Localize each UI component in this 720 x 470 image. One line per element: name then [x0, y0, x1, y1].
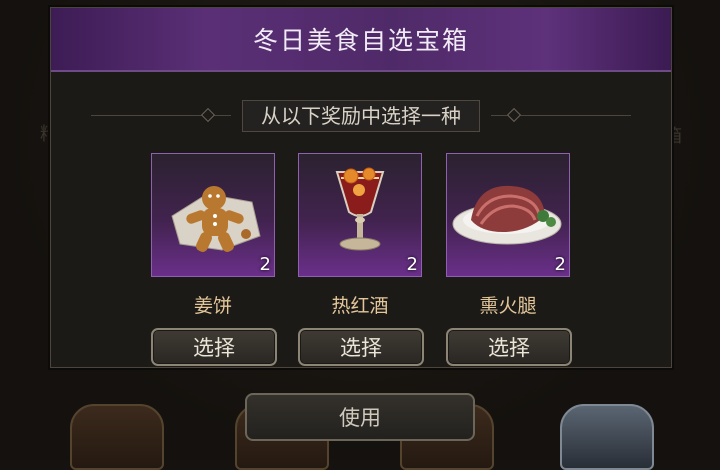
- dialog-title: 冬日美食自选宝箱: [252, 26, 469, 55]
- diamond-ornament-icon: [506, 107, 522, 123]
- reward-slot[interactable]: 2: [151, 153, 275, 277]
- subtitle-banner: 从以下奖励中选择一种: [51, 100, 671, 132]
- select-button[interactable]: 选择: [446, 328, 572, 366]
- item-quantity: 2: [259, 254, 271, 275]
- reward-card-gingerbread: 2 姜饼 选择: [151, 153, 277, 366]
- item-name: 姜饼: [193, 295, 232, 317]
- reward-slot[interactable]: 2: [446, 153, 570, 277]
- dialog-header: 冬日美食自选宝箱: [51, 8, 671, 72]
- diamond-ornament-icon: [200, 107, 216, 123]
- reward-list: 2 姜饼 选择 2 热红酒 选择 2 熏火腿 选择: [51, 153, 671, 366]
- item-name: 热红酒: [331, 295, 389, 317]
- reward-slot[interactable]: 2: [298, 153, 422, 277]
- reward-card-smoked-ham: 2 熏火腿 选择: [446, 153, 572, 366]
- mulled-wine-icon: [335, 167, 385, 251]
- background-chest-icon: [70, 404, 164, 470]
- subtitle-text: 从以下奖励中选择一种: [242, 100, 480, 132]
- item-quantity: 2: [554, 254, 566, 275]
- item-name: 熏火腿: [479, 295, 537, 317]
- reward-card-mulled-wine: 2 热红酒 选择: [298, 153, 424, 366]
- reward-selection-dialog: 冬日美食自选宝箱 从以下奖励中选择一种 2 姜饼 选择 2 热红酒 选择 2 熏…: [50, 7, 672, 368]
- background-steel-chest-icon: [560, 404, 654, 470]
- select-button[interactable]: 选择: [151, 328, 277, 366]
- select-button[interactable]: 选择: [298, 328, 424, 366]
- use-button[interactable]: 使用: [245, 393, 475, 441]
- gingerbread-icon: [171, 186, 261, 252]
- item-quantity: 2: [406, 254, 418, 275]
- smoked-ham-icon: [452, 185, 562, 245]
